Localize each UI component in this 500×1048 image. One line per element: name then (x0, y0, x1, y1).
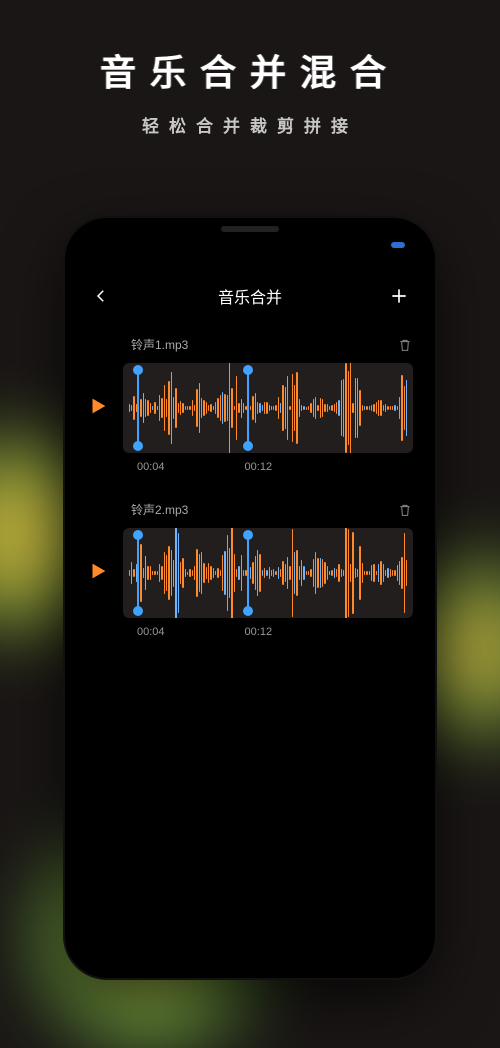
phone-mockup: 音乐合并 铃声1.mp3 (65, 218, 435, 978)
track-filename: 铃声2.mp3 (131, 501, 188, 518)
delete-button[interactable] (397, 337, 413, 353)
track-item: 铃声2.mp3 00:04 00:12 (87, 501, 413, 638)
time-start: 00:04 (137, 626, 165, 638)
trim-handle-start[interactable] (137, 532, 139, 614)
time-start: 00:04 (137, 461, 165, 473)
waveform-editor[interactable] (123, 363, 413, 453)
trim-handle-end[interactable] (247, 532, 249, 614)
hero-subtitle: 轻松合并裁剪拼接 (0, 112, 500, 137)
play-button[interactable] (87, 560, 115, 587)
time-end: 00:12 (245, 461, 273, 473)
status-indicator (391, 242, 405, 248)
delete-button[interactable] (397, 502, 413, 518)
hero-title: 音乐合并混合 (0, 44, 500, 96)
waveform-editor[interactable] (123, 528, 413, 618)
play-button[interactable] (87, 395, 115, 422)
add-button[interactable] (385, 282, 413, 310)
trim-handle-start[interactable] (137, 367, 139, 449)
trim-handle-end[interactable] (247, 367, 249, 449)
app-title: 音乐合并 (218, 284, 282, 308)
app-bar: 音乐合并 (65, 274, 435, 318)
time-end: 00:12 (245, 626, 273, 638)
back-button[interactable] (87, 282, 115, 310)
track-filename: 铃声1.mp3 (131, 336, 188, 353)
track-list: 铃声1.mp3 00:04 00:12 (65, 318, 435, 684)
track-item: 铃声1.mp3 00:04 00:12 (87, 336, 413, 473)
